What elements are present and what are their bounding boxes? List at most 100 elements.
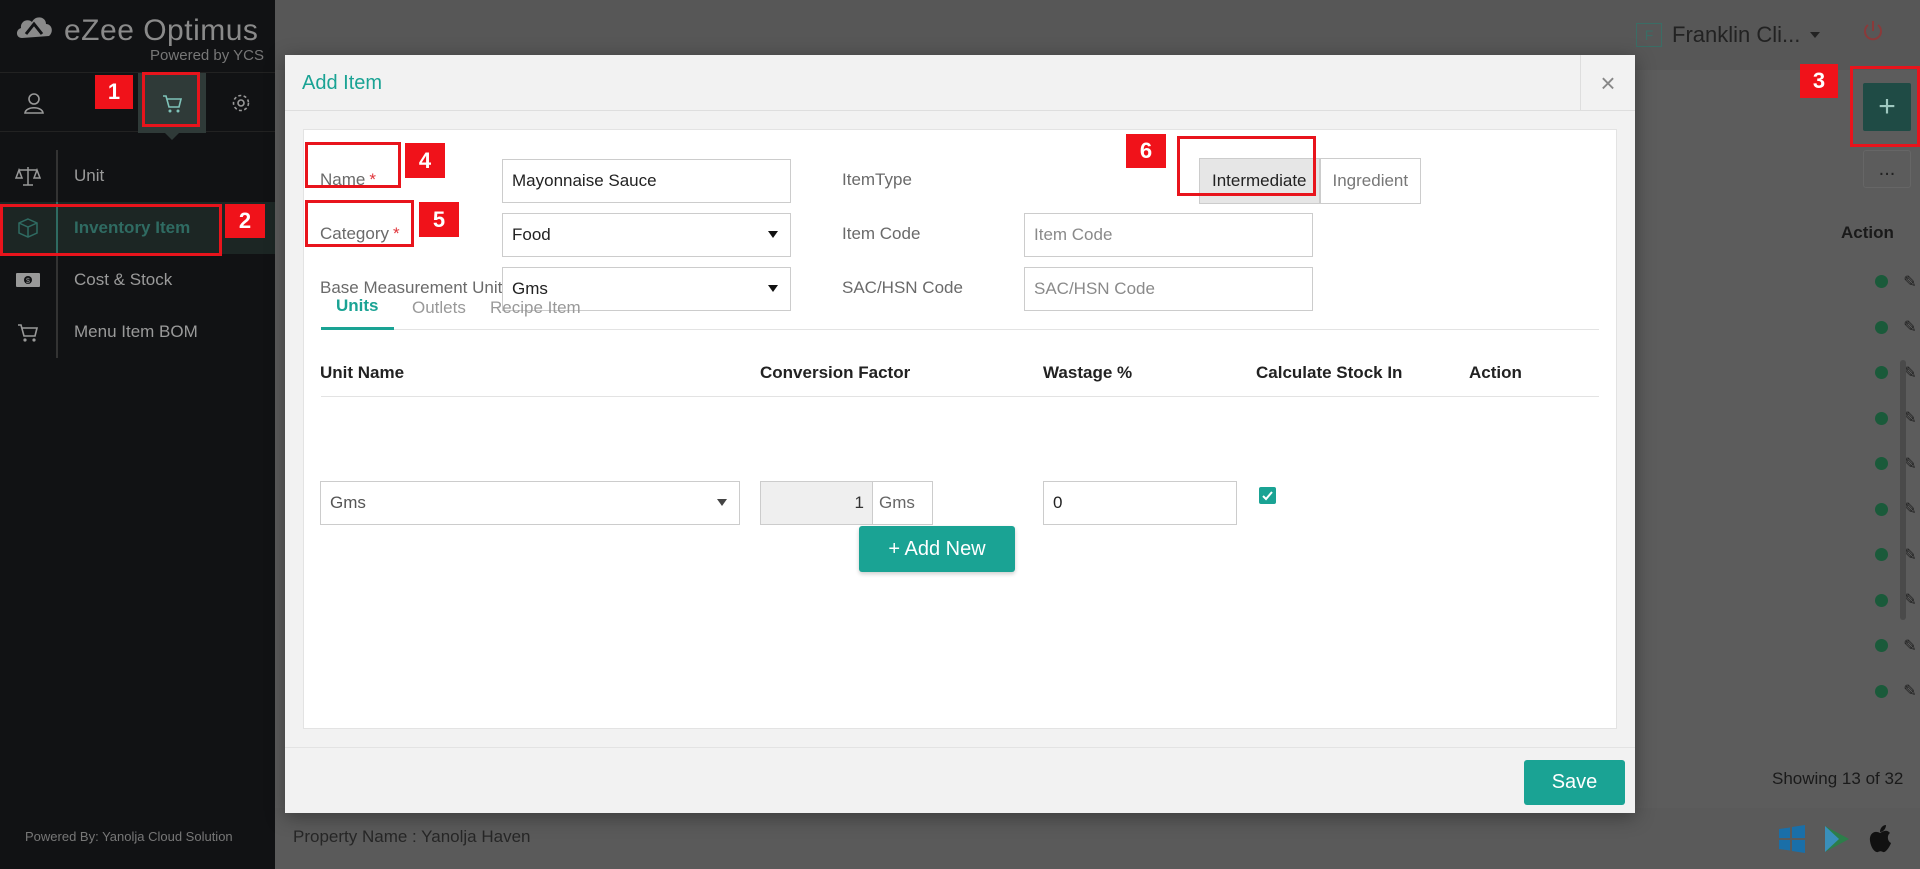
apple-icon[interactable] — [1867, 824, 1893, 854]
status-dot-icon — [1875, 548, 1888, 562]
edit-icon[interactable]: ✎ — [1900, 272, 1920, 292]
status-dot-icon — [1875, 684, 1888, 698]
table-row: ✎🗑🔗 — [1875, 259, 1920, 305]
column-unit-name: Unit Name — [320, 363, 405, 382]
status-dot-icon — [1875, 593, 1888, 607]
conversion-unit-label: Gms — [879, 493, 915, 512]
calculate-stock-in-checkbox[interactable] — [1259, 487, 1276, 504]
settings-module-button[interactable] — [207, 73, 275, 133]
tab-recipe-item[interactable]: Recipe Item — [475, 285, 596, 330]
logo-subtitle: Powered by YCS — [150, 47, 264, 64]
sidebar-item-unit[interactable]: Unit — [0, 150, 275, 202]
active-module-caret — [164, 132, 180, 140]
item-code-input[interactable]: Item Code — [1024, 213, 1313, 257]
annotation-badge-2: 2 — [225, 204, 265, 238]
column-calculate-stock-in: Calculate Stock In — [1256, 363, 1403, 382]
add-item-modal: Add Item × Name * Mayonnaise Sauce ItemTy… — [285, 55, 1635, 813]
table-row: ✎🗑🔗 — [1875, 578, 1920, 624]
action-column-header: Action — [1841, 223, 1894, 242]
more-options-button[interactable]: ... — [1863, 150, 1911, 188]
caret-down-icon — [717, 499, 727, 506]
column-action: Action — [1469, 363, 1522, 382]
edit-icon[interactable]: ✎ — [1900, 317, 1920, 337]
table-row: ✎🗑🔗 — [1875, 669, 1920, 715]
status-dot-icon — [1875, 411, 1888, 425]
edit-icon[interactable]: ✎ — [1900, 681, 1920, 701]
money-icon: $ — [16, 273, 40, 287]
inventory-module-button[interactable] — [138, 73, 206, 133]
user-menu[interactable]: F Franklin Cli... — [1636, 22, 1821, 48]
item-type-toggle: Intermediate Ingredient — [1199, 158, 1422, 204]
sidebar-top-icons — [0, 72, 275, 133]
table-row: ✎🗑🔗 — [1875, 532, 1920, 578]
unit-name-select[interactable]: Gms — [320, 481, 740, 525]
table-row: ✎🗑🔗 — [1875, 305, 1920, 351]
annotation-badge-6: 6 — [1126, 134, 1166, 168]
power-button[interactable] — [1860, 18, 1886, 49]
box-icon — [18, 218, 38, 238]
sidebar-item-label: Unit — [74, 166, 105, 185]
column-conversion-factor: Conversion Factor — [760, 363, 911, 382]
modal-title: Add Item — [302, 72, 383, 94]
item-code-label: Item Code — [842, 224, 921, 243]
modal-body: Name * Mayonnaise Sauce ItemType Intermed… — [303, 129, 1617, 729]
status-dot-icon — [1875, 502, 1888, 516]
name-input[interactable]: Mayonnaise Sauce — [502, 159, 791, 203]
svg-text:$: $ — [26, 278, 30, 285]
save-button[interactable]: Save — [1524, 760, 1625, 805]
user-initial-badge: F — [1636, 23, 1662, 47]
user-icon — [24, 93, 44, 114]
item-tabs: Units Outlets Recipe Item — [321, 285, 1599, 330]
tab-outlets[interactable]: Outlets — [397, 285, 481, 330]
windows-icon[interactable] — [1777, 824, 1807, 854]
table-row: ✎🗑🔗 — [1875, 623, 1920, 669]
annotation-badge-1: 1 — [95, 75, 133, 109]
column-wastage: Wastage % — [1043, 363, 1133, 382]
table-header-divider — [321, 396, 1599, 397]
wastage-input[interactable]: 0 — [1043, 481, 1237, 525]
table-row: ✎🗑🔗 — [1875, 350, 1920, 396]
name-label: Name * — [320, 170, 376, 189]
sidebar-item-cost-stock[interactable]: $ Cost & Stock — [0, 254, 275, 306]
unit-name-value: Gms — [330, 493, 366, 512]
plus-icon: + — [1878, 90, 1896, 123]
edit-icon[interactable]: ✎ — [1900, 636, 1920, 656]
caret-down-icon — [768, 231, 778, 238]
tab-units[interactable]: Units — [321, 285, 394, 330]
status-dot-icon — [1875, 639, 1888, 653]
close-button[interactable]: × — [1580, 55, 1635, 111]
conversion-factor-field: 1 Gms — [760, 481, 933, 525]
page-footer: Property Name : Yanolja Haven — [275, 808, 1920, 869]
app-logo: eZee Optimus Powered by YCS — [14, 8, 264, 66]
conversion-factor-input[interactable]: 1 — [761, 482, 873, 524]
add-new-unit-button[interactable]: + Add New — [859, 526, 1015, 572]
user-module-button[interactable] — [0, 73, 68, 133]
chevron-down-icon — [1810, 32, 1821, 38]
item-type-ingredient-button[interactable]: Ingredient — [1319, 158, 1422, 204]
sidebar-item-menu-item-bom[interactable]: Menu Item BOM — [0, 306, 275, 358]
add-item-button[interactable]: + — [1863, 83, 1911, 131]
pagination-info: Showing 13 of 32 — [1772, 769, 1904, 788]
category-select[interactable]: Food — [502, 213, 791, 257]
cloud-logo-icon — [16, 17, 52, 38]
google-play-icon[interactable] — [1823, 824, 1851, 854]
check-icon — [1262, 491, 1273, 501]
scrollbar[interactable] — [1900, 360, 1906, 620]
sidebar: eZee Optimus Powered by YCS Unit Invento… — [0, 0, 275, 869]
item-type-intermediate-button[interactable]: Intermediate — [1199, 158, 1320, 204]
scale-icon — [15, 167, 41, 186]
table-row: ✎🗑🔗 — [1875, 396, 1920, 442]
background-row-actions: ✎🗑🔗✎🗑🔗✎🗑🔗✎🗑🔗✎🗑🔗✎🗑🔗✎🗑🔗✎🗑🔗✎🗑🔗✎🗑🔗 — [1875, 259, 1920, 714]
modal-footer: Save — [285, 747, 1635, 813]
user-name: Franklin Cli... — [1672, 22, 1801, 47]
logo-title: eZee Optimus — [64, 14, 259, 47]
category-value: Food — [512, 225, 551, 244]
status-dot-icon — [1875, 457, 1888, 471]
status-dot-icon — [1875, 275, 1888, 289]
sidebar-footer: Powered By: Yanolja Cloud Solution — [25, 829, 233, 844]
cart-icon — [163, 95, 183, 113]
gear-icon — [232, 94, 250, 112]
app-store-links — [1777, 824, 1893, 854]
modal-header: Add Item × — [285, 55, 1635, 111]
property-name: Property Name : Yanolja Haven — [293, 827, 531, 846]
